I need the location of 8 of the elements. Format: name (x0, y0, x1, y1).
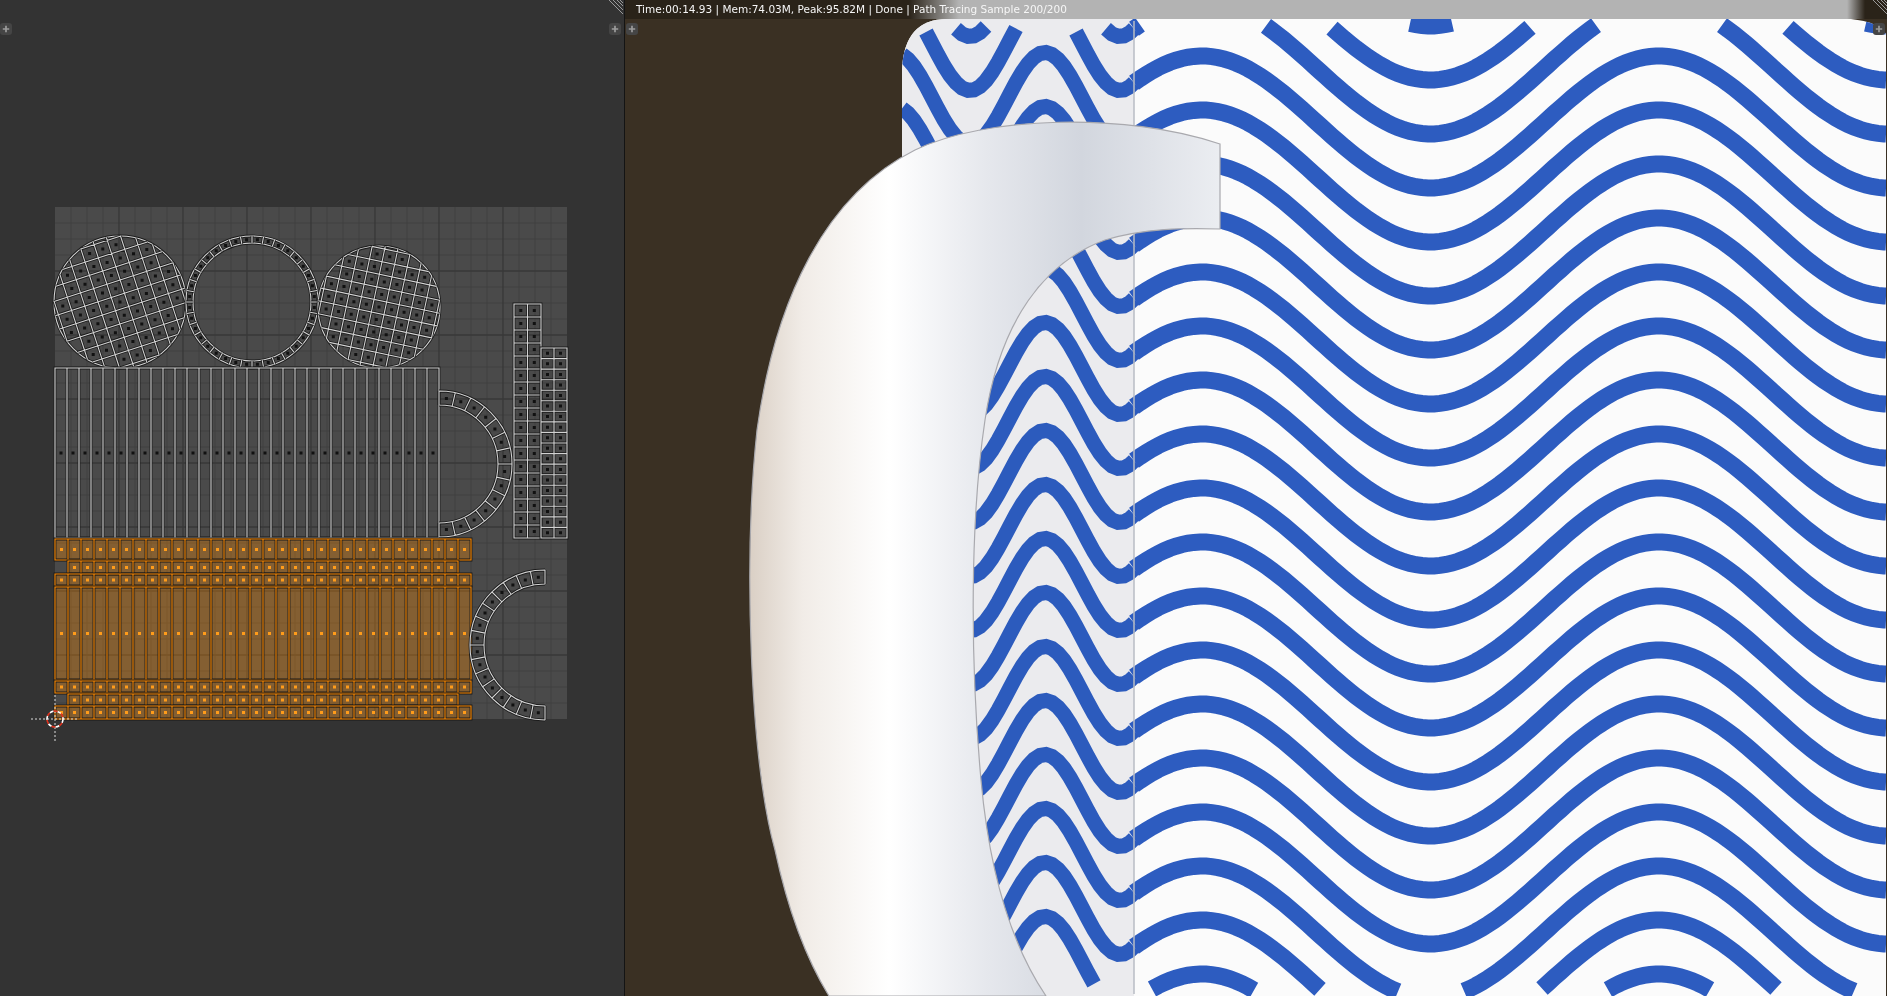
render-status-text: Time:00:14.93 | Mem:74.03M, Peak:95.82M | Done | Path Tracing Sample 200/200 (636, 3, 1067, 16)
plus-icon[interactable] (1873, 23, 1885, 35)
crosshair-icon[interactable] (30, 694, 80, 744)
plus-icon[interactable] (626, 23, 638, 35)
diagonal-lines-icon[interactable] (609, 0, 623, 14)
diagonal-lines-icon[interactable] (1873, 0, 1887, 14)
plus-icon[interactable] (609, 23, 621, 35)
plus-icon[interactable] (0, 23, 12, 35)
